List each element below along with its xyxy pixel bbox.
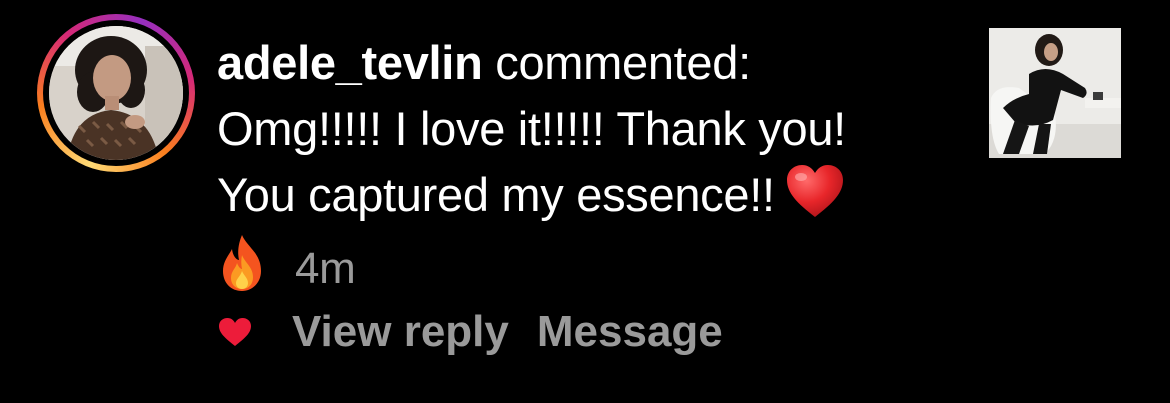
timestamp: 4m [295,244,356,293]
story-ring[interactable] [37,14,195,172]
message-button[interactable]: Message [537,307,723,357]
comment-header: adele_tevlin commented: [217,30,977,96]
fire-emoji-icon [217,233,267,310]
comment-text-line-2-text: You captured my essence!! [217,168,775,221]
avatar[interactable] [49,26,183,160]
comment-actions: View reply Message [218,306,723,358]
username[interactable]: adele_tevlin [217,36,483,89]
avatar-gap [43,20,189,166]
heart-icon[interactable] [218,308,252,358]
comment-text-line-1: Omg!!!!! I love it!!!!! Thank you! [217,102,846,155]
comment-meta-row: 4m [217,234,977,302]
comment-block: adele_tevlin commented: Omg!!!!! I love … [217,30,977,302]
post-thumbnail[interactable] [989,28,1121,158]
comment-text-line-2: You captured my essence!! [217,162,977,236]
red-heart-emoji-icon [785,163,845,236]
view-reply-button[interactable]: View reply [292,307,509,357]
comment-action-text: commented: [482,36,751,89]
